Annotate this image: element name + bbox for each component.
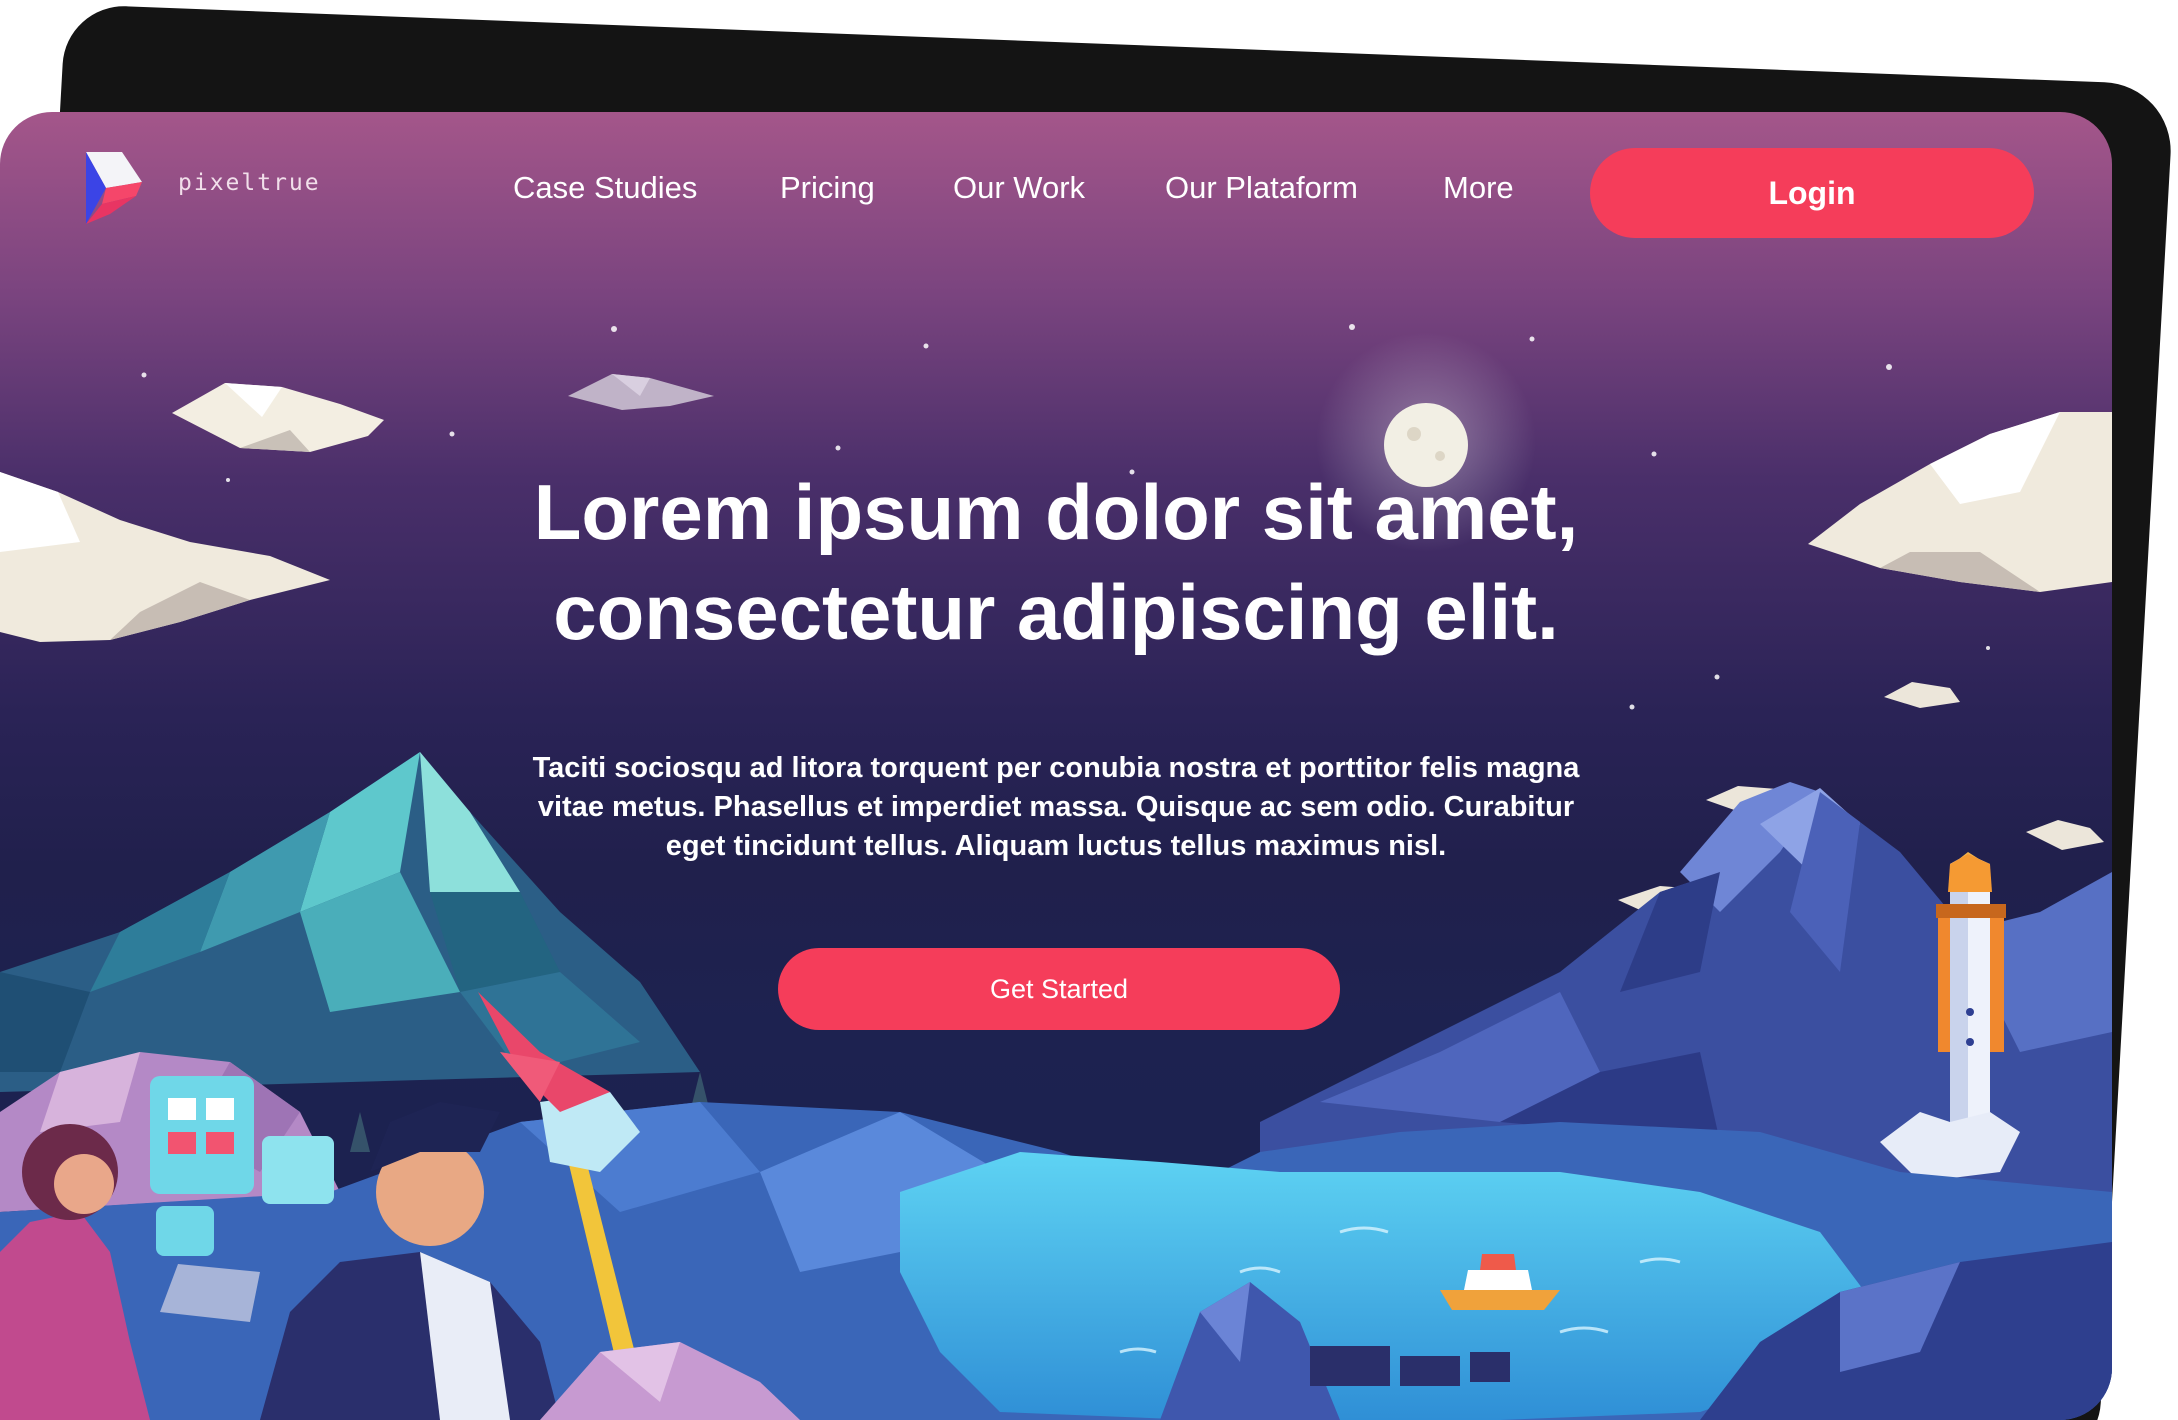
hero-title-line-1: Lorem ipsum dolor sit amet, bbox=[533, 468, 1579, 556]
cloud-small-mid bbox=[568, 374, 714, 410]
pixeltrue-logo-icon[interactable] bbox=[80, 148, 156, 224]
cloud-right-large bbox=[1808, 412, 2112, 592]
cloud-left-small bbox=[172, 383, 384, 452]
cloud-left-large bbox=[0, 472, 330, 642]
nav-link-more[interactable]: More bbox=[1443, 170, 1514, 206]
landing-page: pixeltrue Case Studies Pricing Our Work … bbox=[0, 112, 2112, 1420]
top-navigation: pixeltrue Case Studies Pricing Our Work … bbox=[0, 112, 2112, 272]
hero-description: Taciti sociosqu ad litora torquent per c… bbox=[456, 749, 1656, 866]
hero-description-line-1: Taciti sociosqu ad litora torquent per c… bbox=[532, 752, 1580, 784]
nav-link-pricing[interactable]: Pricing bbox=[780, 170, 875, 206]
nav-link-case-studies[interactable]: Case Studies bbox=[513, 170, 697, 206]
hero-description-line-3: eget tincidunt tellus. Aliquam luctus te… bbox=[665, 830, 1447, 862]
nav-link-our-work[interactable]: Our Work bbox=[953, 170, 1085, 206]
login-button[interactable]: Login bbox=[1590, 148, 2034, 238]
brand-name[interactable]: pixeltrue bbox=[178, 170, 321, 196]
get-started-button[interactable]: Get Started bbox=[778, 948, 1340, 1030]
hero-title-line-2: consectetur adipiscing elit. bbox=[553, 568, 1559, 656]
hero-title: Lorem ipsum dolor sit amet, consectetur … bbox=[356, 462, 1756, 662]
hero-description-line-2: vitae metus. Phasellus et imperdiet mass… bbox=[537, 791, 1575, 823]
nav-link-our-plataform[interactable]: Our Plataform bbox=[1165, 170, 1358, 206]
